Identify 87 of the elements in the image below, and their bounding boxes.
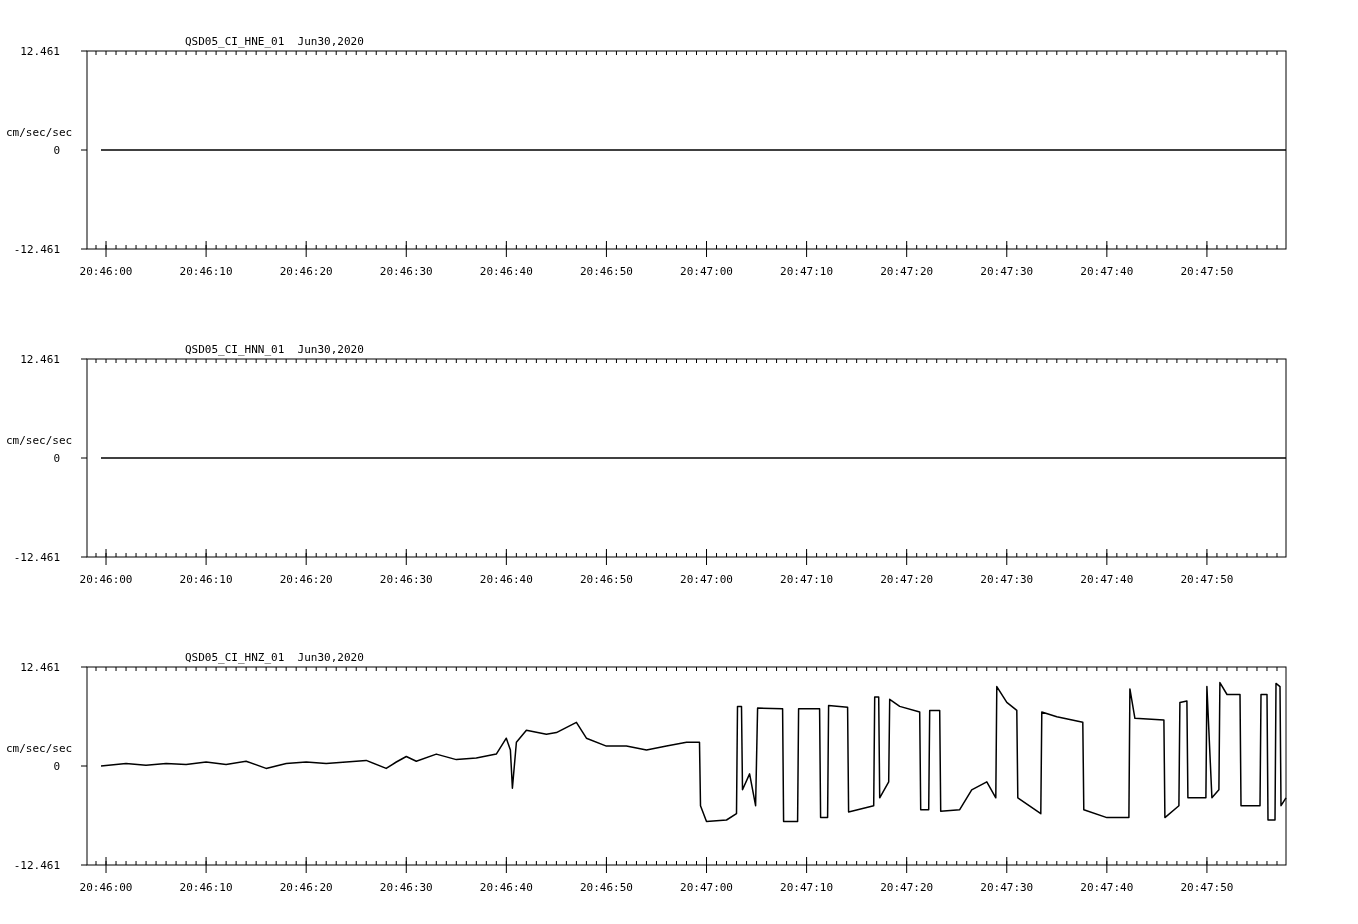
tick-mark <box>806 240 808 258</box>
tick-mark <box>105 240 107 258</box>
tick-label: -12.461 <box>13 243 60 256</box>
tick-label: 20:47:40 <box>1080 265 1134 278</box>
tick-label: 20:47:10 <box>780 265 834 278</box>
tick-mark <box>906 240 908 258</box>
tick-label: 0 <box>53 144 60 157</box>
tick-label: 20:46:40 <box>479 573 533 586</box>
tick-label: 20:47:50 <box>1180 573 1234 586</box>
tick-label: 20:47:30 <box>980 573 1034 586</box>
tick-mark <box>906 856 908 874</box>
tick-label: 12.461 <box>20 45 60 58</box>
tick-label: 20:46:00 <box>79 881 133 894</box>
tick-mark <box>706 856 707 874</box>
tick-mark <box>305 856 307 874</box>
tick-label: 20:46:50 <box>579 881 633 894</box>
tick-mark <box>405 240 407 258</box>
tick-mark <box>1106 240 1108 258</box>
tick-label: 20:47:30 <box>980 881 1034 894</box>
axis-label: cm/sec/sec <box>6 126 73 139</box>
tick-mark <box>1106 856 1108 874</box>
tick-mark <box>505 548 507 566</box>
tick-mark <box>706 240 707 258</box>
chart-title: QSD05_CI_HNN_01 Jun30,2020 <box>185 343 364 356</box>
tick-mark <box>806 548 808 566</box>
axis-label: cm/sec/sec <box>6 434 73 447</box>
tick-label: 20:47:10 <box>780 881 834 894</box>
tick-mark <box>605 548 607 566</box>
tick-mark <box>105 548 107 566</box>
tick-label: 20:46:30 <box>379 573 433 586</box>
tick-mark <box>205 548 207 566</box>
tick-mark <box>305 548 307 566</box>
tick-label: 20:47:40 <box>1080 573 1134 586</box>
tick-mark <box>906 548 908 566</box>
tick-label: 20:46:30 <box>379 265 433 278</box>
tick-label: 20:47:50 <box>1180 265 1234 278</box>
tick-label: 12.461 <box>20 661 60 674</box>
tick-label: 20:47:50 <box>1180 881 1234 894</box>
tick-mark <box>1206 548 1208 566</box>
tick-label: 20:47:20 <box>880 265 934 278</box>
tick-label: 20:47:10 <box>780 573 834 586</box>
tick-mark <box>205 240 207 258</box>
tick-label: -12.461 <box>13 551 60 564</box>
tick-label: 12.461 <box>20 353 60 366</box>
tick-mark <box>1106 548 1108 566</box>
tick-label: 20:46:50 <box>579 265 633 278</box>
tick-mark <box>1206 856 1208 874</box>
tick-mark <box>806 856 808 874</box>
tick-mark <box>405 856 407 874</box>
tick-label: 20:47:00 <box>680 265 733 278</box>
tick-label: 20:47:20 <box>880 881 934 894</box>
tick-mark <box>505 240 507 258</box>
tick-mark <box>305 240 307 258</box>
tick-label: 20:46:30 <box>379 881 433 894</box>
axis-label: cm/sec/sec <box>6 742 73 755</box>
tick-mark <box>605 240 607 258</box>
tick-label: 20:46:00 <box>79 265 133 278</box>
tick-mark <box>1006 548 1008 566</box>
tick-label: 20:46:20 <box>279 573 333 586</box>
tick-mark <box>105 856 107 874</box>
tick-label: 20:47:40 <box>1080 881 1134 894</box>
tick-label: 20:46:10 <box>179 881 233 894</box>
chart-title: QSD05_CI_HNE_01 Jun30,2020 <box>185 35 364 48</box>
tick-mark <box>505 856 507 874</box>
tick-label: 20:47:30 <box>980 265 1034 278</box>
tick-label: 20:47:20 <box>880 573 934 586</box>
tick-label: 20:46:50 <box>579 573 633 586</box>
tick-label: 20:47:00 <box>680 573 733 586</box>
tick-label: -12.461 <box>13 859 60 872</box>
tick-label: 20:46:20 <box>279 881 333 894</box>
tick-label: 0 <box>53 760 60 773</box>
tick-mark <box>1206 240 1208 258</box>
tick-label: 20:46:20 <box>279 265 333 278</box>
tick-label: 20:46:10 <box>179 265 233 278</box>
tick-label: 20:46:40 <box>479 265 533 278</box>
tick-label: 20:46:10 <box>179 573 233 586</box>
tick-mark <box>205 856 207 874</box>
tick-mark <box>706 548 707 566</box>
tick-label: 20:47:00 <box>680 881 733 894</box>
tick-label: 20:46:40 <box>479 881 533 894</box>
tick-mark <box>1006 856 1008 874</box>
chart-title: QSD05_CI_HNZ_01 Jun30,2020 <box>185 651 364 664</box>
tick-label: 20:46:00 <box>79 573 133 586</box>
tick-mark <box>1006 240 1008 258</box>
tick-mark <box>605 856 607 874</box>
tick-label: 0 <box>53 452 60 465</box>
tick-mark <box>405 548 407 566</box>
